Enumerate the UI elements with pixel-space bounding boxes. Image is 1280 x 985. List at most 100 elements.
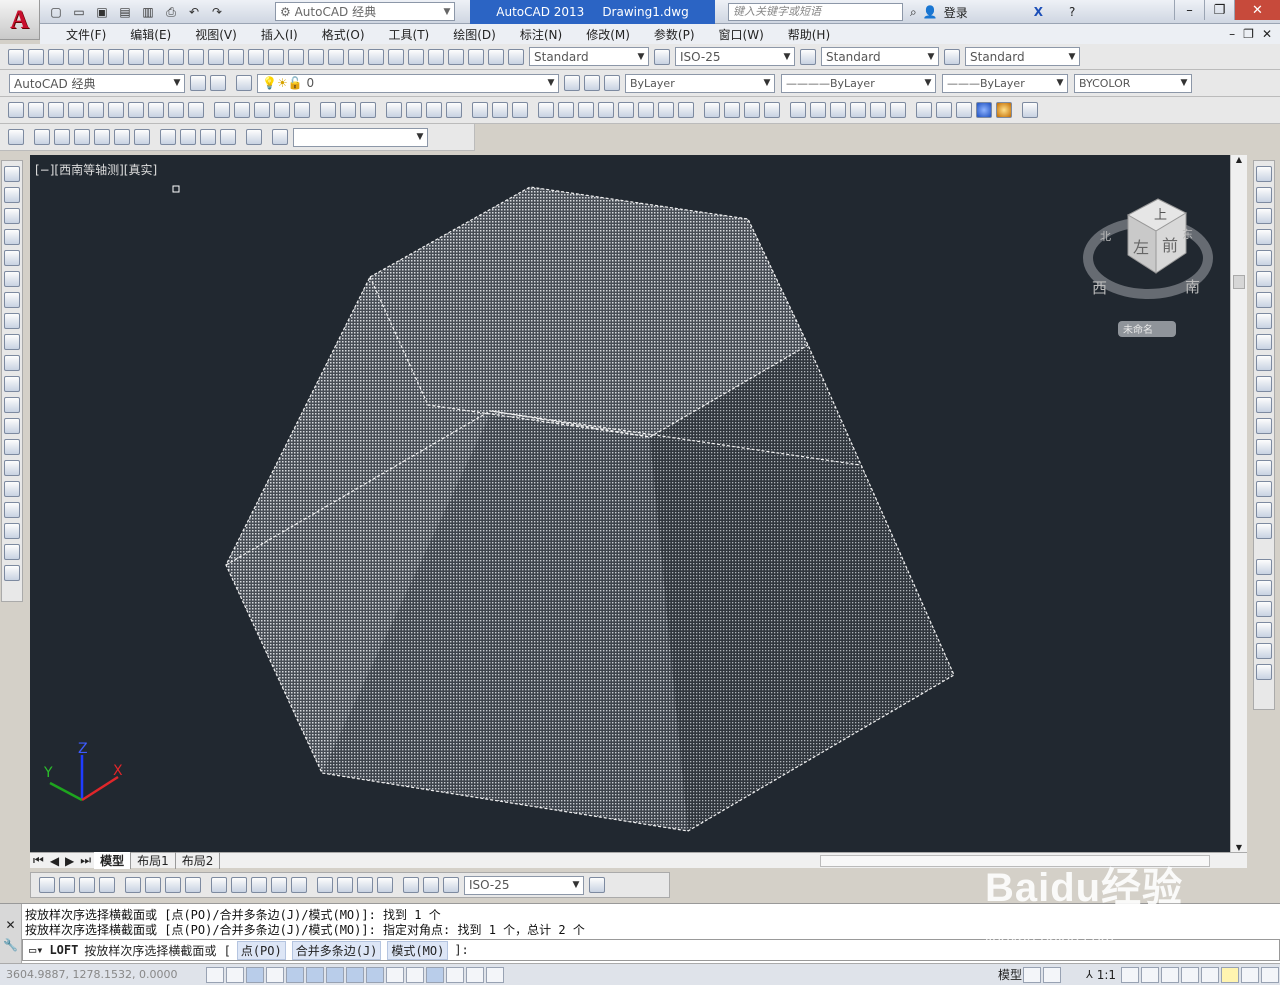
conceptual-icon[interactable] <box>996 102 1012 118</box>
fillet-icon[interactable] <box>1256 481 1272 497</box>
intersect-icon[interactable] <box>360 102 376 118</box>
new-file-icon[interactable]: ▢ <box>46 2 66 22</box>
restore-button[interactable]: ❐ <box>1204 0 1234 20</box>
delete-faces-icon[interactable] <box>598 102 614 118</box>
subtract-2-icon[interactable] <box>492 102 508 118</box>
dim-style-dropdown[interactable]: ISO-25 ▼ <box>675 47 795 66</box>
make-block-icon[interactable] <box>4 418 20 434</box>
baseline-icon[interactable] <box>231 877 247 893</box>
menu-window[interactable]: 窗口(W) <box>707 26 776 43</box>
front-view-icon[interactable] <box>114 129 130 145</box>
bring-to-front-icon[interactable] <box>1256 559 1272 575</box>
menu-edit[interactable]: 编辑(E) <box>118 26 183 43</box>
3d-rotate-icon[interactable] <box>406 102 422 118</box>
line-icon[interactable] <box>4 166 20 182</box>
break-at-point-icon[interactable] <box>1256 397 1272 413</box>
copy-icon[interactable] <box>168 48 184 65</box>
se-iso-icon[interactable] <box>180 129 196 145</box>
pan-icon[interactable] <box>288 48 304 65</box>
workspace-settings-icon[interactable] <box>190 75 206 91</box>
doc-minimize-button[interactable]: – <box>1229 27 1235 41</box>
right-view-icon[interactable] <box>94 129 110 145</box>
dyn-toggle[interactable] <box>386 966 404 983</box>
plot-preview-icon[interactable] <box>88 48 104 65</box>
planar-surface-icon[interactable] <box>188 102 204 118</box>
offset-icon[interactable] <box>1256 229 1272 245</box>
quick-dim-icon[interactable] <box>211 877 227 893</box>
plot-icon[interactable] <box>68 48 84 65</box>
box-icon[interactable] <box>28 102 44 118</box>
join-icon[interactable] <box>1256 439 1272 455</box>
offset-faces-icon[interactable] <box>578 102 594 118</box>
new-icon[interactable] <box>8 48 24 65</box>
3d-print-icon[interactable] <box>128 48 144 65</box>
zoom-window-icon[interactable] <box>328 48 344 65</box>
center-mark-icon[interactable] <box>337 877 353 893</box>
ordinate-icon[interactable] <box>99 877 115 893</box>
chamfer-icon[interactable] <box>1256 460 1272 476</box>
helix-icon[interactable] <box>168 102 184 118</box>
quick-properties-toggle[interactable] <box>446 966 464 983</box>
plotstyle-dropdown[interactable]: BYCOLOR ▼ <box>1074 73 1192 93</box>
lock-toggle[interactable] <box>1181 966 1199 983</box>
publish-icon[interactable]: ▥ <box>138 2 158 22</box>
construction-line-icon[interactable] <box>4 187 20 203</box>
spline-icon[interactable] <box>4 334 20 350</box>
color-dropdown[interactable]: ByLayer ▼ <box>625 73 775 93</box>
match-properties-icon[interactable] <box>228 48 244 65</box>
ortho-toggle[interactable] <box>266 966 284 983</box>
polygon-icon[interactable] <box>4 229 20 245</box>
minimize-button[interactable]: – <box>1174 0 1204 20</box>
presspull-icon[interactable] <box>234 102 250 118</box>
ellipse-icon[interactable] <box>4 355 20 371</box>
intersect-2-icon[interactable] <box>512 102 528 118</box>
wcs-menu[interactable]: 未命名 <box>1123 323 1153 336</box>
make-current-icon[interactable] <box>564 75 580 91</box>
option-join[interactable]: 合并多条边(J) <box>291 940 382 960</box>
search-input[interactable]: 键入关键字或短语 <box>728 3 903 21</box>
compass-north[interactable]: 北 <box>1100 230 1111 243</box>
selection-cycling-toggle[interactable] <box>466 966 484 983</box>
menu-help[interactable]: 帮助(H) <box>776 26 842 43</box>
sw-iso-icon[interactable] <box>160 129 176 145</box>
zoom-realtime-icon[interactable] <box>308 48 324 65</box>
close-button[interactable]: ✕ <box>1234 0 1280 20</box>
redo-icon[interactable]: ↷ <box>207 2 227 22</box>
inspection-icon[interactable] <box>357 877 373 893</box>
sphere-icon[interactable] <box>88 102 104 118</box>
slice-icon[interactable] <box>790 102 806 118</box>
mirror-icon[interactable] <box>1256 208 1272 224</box>
mleader-style-icon[interactable] <box>944 48 960 65</box>
circle-icon[interactable] <box>4 292 20 308</box>
union-icon[interactable] <box>320 102 336 118</box>
hardware-accel-toggle[interactable] <box>1201 966 1219 983</box>
layer-state-icon[interactable] <box>604 75 620 91</box>
doc-close-button[interactable]: ✕ <box>1262 27 1272 41</box>
grid-toggle[interactable] <box>246 966 264 983</box>
stretch-icon[interactable] <box>1256 334 1272 350</box>
extend-icon[interactable] <box>1256 376 1272 392</box>
tab-nav-next-icon[interactable]: ▶ <box>62 854 77 868</box>
dim-style-icon[interactable] <box>654 48 670 65</box>
jogged-linear-icon[interactable] <box>377 877 393 893</box>
arc-length-icon[interactable] <box>79 877 95 893</box>
move-icon[interactable] <box>1256 271 1272 287</box>
region-icon[interactable] <box>4 502 20 518</box>
annotation-scale-icon[interactable]: ⅄ <box>1086 968 1093 981</box>
tab-nav-prev-icon[interactable]: ◀ <box>47 854 62 868</box>
command-recent-icon[interactable]: ▭▾ <box>29 943 43 957</box>
drawing-viewport[interactable]: [−][西南等轴测][真实] 上 左 前 北 东 西 南 未命名 Z Y X <box>30 155 1230 852</box>
visual-styles-manager-icon[interactable] <box>1022 102 1038 118</box>
cone-icon[interactable] <box>68 102 84 118</box>
save-icon[interactable] <box>48 48 64 65</box>
customize-icon[interactable] <box>210 75 226 91</box>
menu-dimension[interactable]: 标注(N) <box>508 26 574 43</box>
rectangle-icon[interactable] <box>4 250 20 266</box>
viewcube-front[interactable]: 前 <box>1162 236 1178 255</box>
clean-icon[interactable] <box>724 102 740 118</box>
add-selected-icon[interactable] <box>4 565 20 581</box>
hatch-icon[interactable] <box>4 460 20 476</box>
back-view-icon[interactable] <box>134 129 150 145</box>
break-icon[interactable] <box>1256 418 1272 434</box>
erase-icon[interactable] <box>1256 166 1272 182</box>
